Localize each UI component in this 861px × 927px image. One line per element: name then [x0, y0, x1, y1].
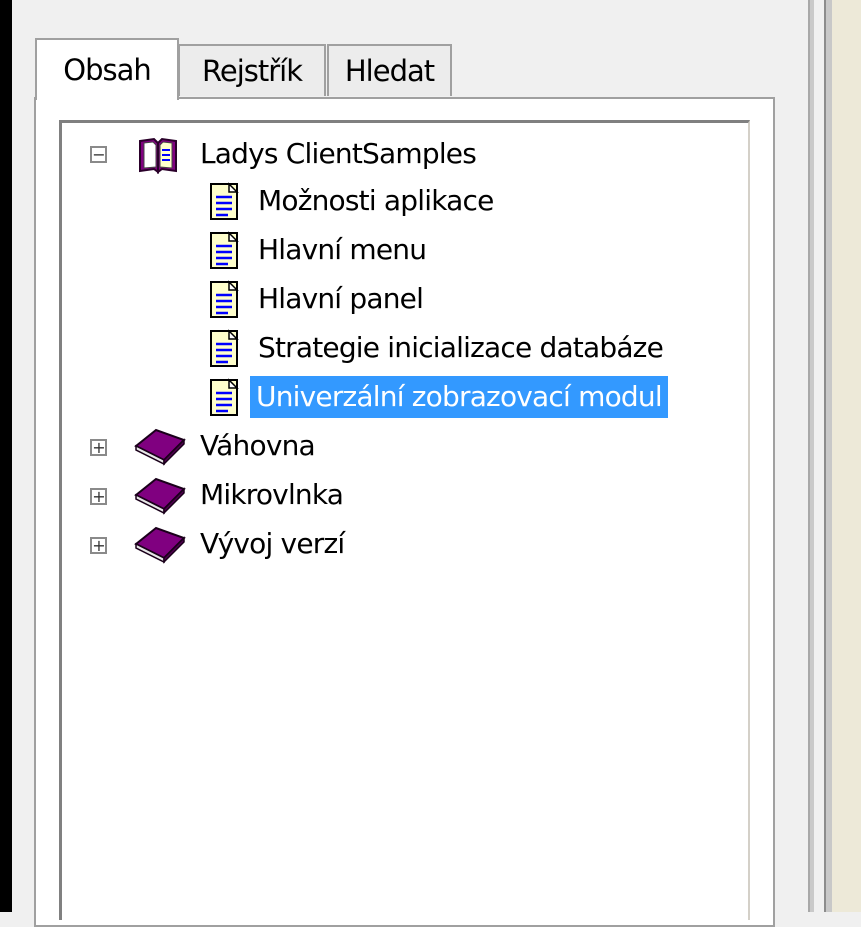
- contents-tree[interactable]: − Ladys ClientSamples Možnosti aplikace: [59, 120, 750, 920]
- tab-label: Hledat: [344, 54, 435, 88]
- tree-node-vyvoj-verzi[interactable]: + Vývoj verzí: [62, 522, 742, 568]
- closed-book-icon: [134, 477, 186, 515]
- tree-node-vahovna[interactable]: + Váhovna: [62, 424, 742, 470]
- expand-icon[interactable]: +: [90, 537, 107, 554]
- tab-label: Rejstřík: [202, 54, 303, 88]
- tree-node-hlavni-panel[interactable]: Hlavní panel: [62, 277, 742, 323]
- page-icon: [210, 329, 239, 367]
- tree-node-label-selected: Univerzální zobrazovací modul: [250, 376, 668, 418]
- tree-node-label: Vývoj verzí: [200, 527, 345, 560]
- closed-book-icon: [134, 526, 186, 564]
- tab-obsah[interactable]: Obsah: [35, 38, 179, 100]
- tree-node-ladys-clientsamples[interactable]: − Ladys ClientSamples: [62, 132, 742, 178]
- window-left-edge: [0, 0, 12, 912]
- page-icon: [210, 378, 239, 416]
- expand-icon[interactable]: +: [90, 488, 107, 505]
- page-icon: [210, 280, 239, 318]
- tree-node-mikrovlnka[interactable]: + Mikrovlnka: [62, 473, 742, 519]
- tab-rejstrik[interactable]: Rejstřík: [178, 44, 326, 96]
- page-icon: [210, 182, 239, 220]
- tree-node-hlavni-menu[interactable]: Hlavní menu: [62, 228, 742, 274]
- page-icon: [210, 231, 239, 269]
- tree-node-label: Váhovna: [200, 429, 316, 462]
- tree-node-strategie-inicializace-databaze[interactable]: Strategie inicializace databáze: [62, 326, 742, 372]
- expand-icon[interactable]: +: [90, 439, 107, 456]
- tree-node-label: Strategie inicializace databáze: [258, 331, 664, 364]
- tree-node-label: Ladys ClientSamples: [200, 137, 477, 170]
- tree-node-univerzalni-zobrazovaci-modul[interactable]: Univerzální zobrazovací modul: [62, 375, 742, 421]
- tree-node-label: Mikrovlnka: [200, 478, 344, 511]
- tab-label: Obsah: [63, 53, 151, 87]
- tree-node-label: Hlavní panel: [258, 282, 424, 315]
- collapse-icon[interactable]: −: [90, 146, 107, 163]
- tree-node-label: Možnosti aplikace: [258, 184, 494, 217]
- tab-hledat[interactable]: Hledat: [327, 44, 452, 96]
- topic-content-area: [832, 0, 861, 912]
- tree-node-moznosti-aplikace[interactable]: Možnosti aplikace: [62, 179, 742, 225]
- tree-node-label: Hlavní menu: [258, 233, 427, 266]
- pane-border: [808, 0, 814, 912]
- closed-book-icon: [134, 428, 186, 466]
- splitter-bar[interactable]: [824, 0, 832, 912]
- open-book-icon: [139, 137, 177, 174]
